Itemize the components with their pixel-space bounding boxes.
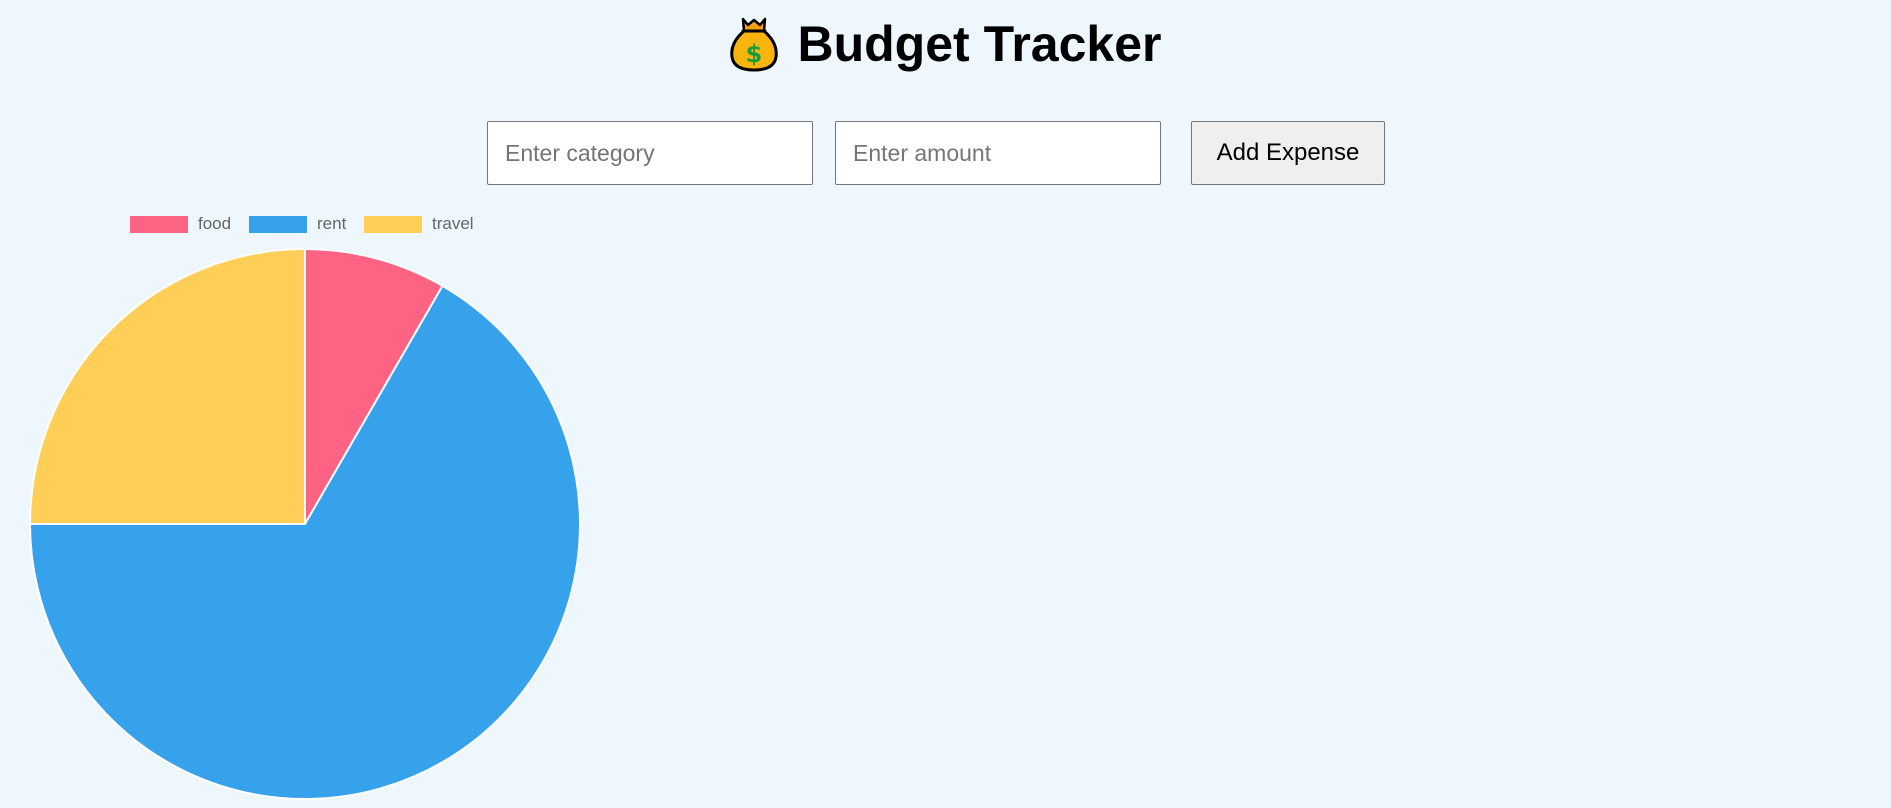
legend-item-rent[interactable]: rent <box>249 214 347 233</box>
app-header: $ Budget Tracker <box>0 14 1891 74</box>
legend-swatch-travel <box>364 216 422 233</box>
chart-legend: food rent travel <box>130 214 474 233</box>
legend-swatch-rent <box>249 216 307 233</box>
svg-text:$: $ <box>746 40 763 68</box>
amount-input[interactable] <box>835 121 1161 185</box>
legend-item-travel[interactable]: travel <box>364 214 474 233</box>
expense-form: Add Expense <box>487 121 1385 185</box>
money-bag-icon: $ <box>730 17 779 72</box>
legend-item-food[interactable]: food <box>130 214 231 233</box>
add-expense-button[interactable]: Add Expense <box>1191 121 1385 185</box>
expense-pie-chart: food rent travel <box>29 214 581 800</box>
pie-slices <box>29 248 581 800</box>
pie-slice-travel[interactable] <box>29 248 306 525</box>
legend-swatch-food <box>130 216 188 233</box>
legend-label-rent: rent <box>317 214 347 233</box>
category-input[interactable] <box>487 121 813 185</box>
legend-label-travel: travel <box>432 214 474 233</box>
legend-label-food: food <box>198 214 231 233</box>
page-title: Budget Tracker <box>797 16 1162 72</box>
